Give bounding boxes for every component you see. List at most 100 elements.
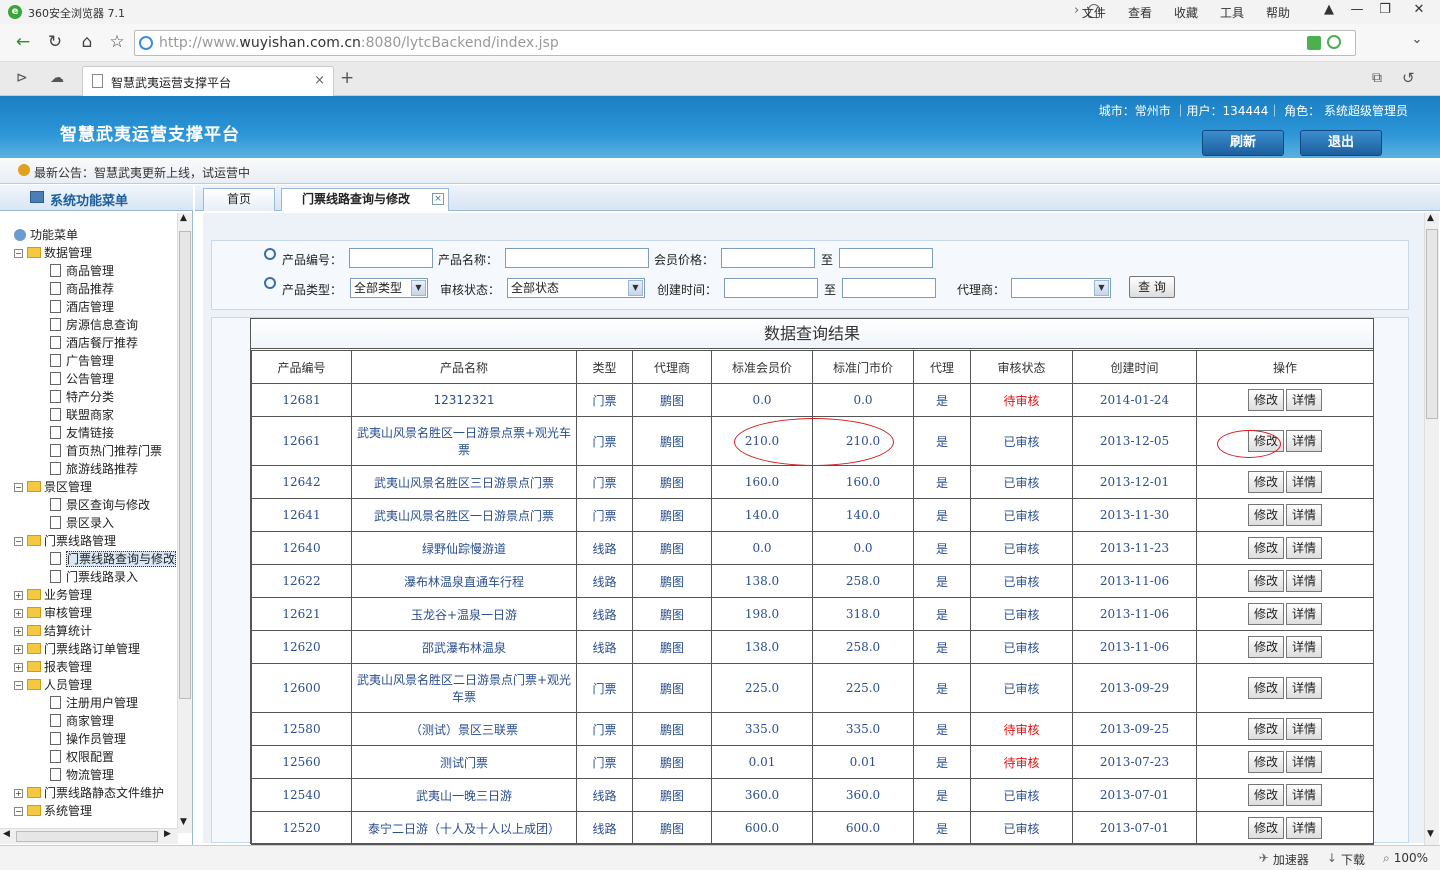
- price-min-input[interactable]: [721, 248, 815, 268]
- edit-button[interactable]: 修改: [1248, 504, 1284, 526]
- expand-icon[interactable]: +: [14, 609, 23, 618]
- tab-home[interactable]: 首页: [203, 188, 275, 211]
- edit-button[interactable]: 修改: [1248, 603, 1284, 625]
- scroll-thumb[interactable]: [179, 231, 191, 699]
- compat-icon[interactable]: [1307, 36, 1321, 50]
- tree-leaf[interactable]: 房源信息查询: [50, 316, 138, 334]
- status-item-wrap[interactable]: ✈ 加速器: [1259, 851, 1309, 868]
- scroll-thumb[interactable]: [1426, 229, 1438, 419]
- logout-button[interactable]: 退出: [1300, 130, 1382, 156]
- sidebar-toggle-icon[interactable]: ⊳: [16, 70, 28, 86]
- tree-folder[interactable]: + 门票线路静态文件维护: [14, 784, 164, 802]
- detail-button[interactable]: 详情: [1286, 677, 1322, 699]
- status-item-wrap[interactable]: ⌕ 100%: [1383, 851, 1428, 868]
- tree-leaf[interactable]: 物流管理: [50, 766, 114, 784]
- collapse-icon[interactable]: −: [14, 249, 23, 258]
- edit-button[interactable]: 修改: [1248, 751, 1284, 773]
- detail-button[interactable]: 详情: [1286, 603, 1322, 625]
- tree-folder[interactable]: − 人员管理: [14, 676, 92, 694]
- detail-button[interactable]: 详情: [1286, 636, 1322, 658]
- hscroll-thumb[interactable]: [16, 831, 158, 842]
- query-button[interactable]: 查 询: [1129, 276, 1175, 298]
- chevron-right-icon[interactable]: ›: [1074, 3, 1079, 18]
- collapse-icon[interactable]: −: [14, 537, 23, 546]
- detail-button[interactable]: 详情: [1286, 504, 1322, 526]
- status-item-wrap[interactable]: ↓ 下载: [1327, 851, 1365, 868]
- url-field[interactable]: http://www.wuyishan.com.cn:8080/lytcBack…: [134, 30, 1356, 56]
- tree-leaf[interactable]: 门票线路录入: [50, 568, 138, 586]
- status-item[interactable]: 下载: [1341, 851, 1365, 868]
- status-item[interactable]: 100%: [1394, 851, 1428, 868]
- tree-folder[interactable]: − 数据管理: [14, 244, 92, 262]
- detail-button[interactable]: 详情: [1286, 751, 1322, 773]
- tree-leaf[interactable]: 公告管理: [50, 370, 114, 388]
- chevron-down-icon[interactable]: ⌄: [1406, 32, 1428, 47]
- edit-button[interactable]: 修改: [1248, 784, 1284, 806]
- scroll-down-icon[interactable]: ▼: [180, 817, 187, 827]
- audit-status-select[interactable]: 全部状态 ▼: [507, 278, 645, 298]
- tree-folder[interactable]: + 审核管理: [14, 604, 92, 622]
- maximize-button[interactable]: ❐: [1372, 2, 1398, 20]
- edit-button[interactable]: 修改: [1248, 537, 1284, 559]
- edit-button[interactable]: 修改: [1248, 471, 1284, 493]
- browser-menu-item[interactable]: 查看: [1128, 4, 1152, 21]
- new-tab-button[interactable]: +: [340, 68, 354, 88]
- minimize-button[interactable]: —: [1344, 2, 1370, 20]
- browser-menu-item[interactable]: 帮助: [1266, 4, 1290, 21]
- detail-button[interactable]: 详情: [1286, 570, 1322, 592]
- edit-button[interactable]: 修改: [1248, 817, 1284, 839]
- tree-leaf[interactable]: 商家管理: [50, 712, 114, 730]
- tree-leaf[interactable]: 旅游线路推荐: [50, 460, 138, 478]
- tree-folder[interactable]: − 门票线路管理: [14, 532, 116, 550]
- edit-button[interactable]: 修改: [1248, 389, 1284, 411]
- product-no-input[interactable]: [349, 248, 433, 268]
- close-button[interactable]: ✕: [1406, 2, 1432, 20]
- tree-leaf[interactable]: 商品推荐: [50, 280, 114, 298]
- expand-icon[interactable]: +: [14, 789, 23, 798]
- tree-folder[interactable]: + 结算统计: [14, 622, 92, 640]
- collapse-icon[interactable]: −: [14, 483, 23, 492]
- main-scrollbar[interactable]: ▲ ▼: [1424, 213, 1439, 845]
- close-tab-icon[interactable]: ×: [432, 193, 444, 205]
- tree-folder[interactable]: − 景区管理: [14, 478, 92, 496]
- scroll-up-icon[interactable]: ▲: [1427, 213, 1434, 223]
- detail-button[interactable]: 详情: [1286, 471, 1322, 493]
- tab-ticket-route[interactable]: 门票线路查询与修改 ×: [281, 188, 449, 211]
- browser-tab[interactable]: 智慧武夷运营支撑平台 ×: [82, 66, 334, 96]
- tree-leaf[interactable]: 首页热门推荐门票: [50, 442, 162, 460]
- tree-leaf[interactable]: 景区录入: [50, 514, 114, 532]
- tree-folder[interactable]: + 业务管理: [14, 586, 92, 604]
- edit-button[interactable]: 修改: [1248, 677, 1284, 699]
- tree-leaf[interactable]: 权限配置: [50, 748, 114, 766]
- detail-button[interactable]: 详情: [1286, 718, 1322, 740]
- close-tab-icon[interactable]: ×: [314, 73, 325, 88]
- detail-button[interactable]: 详情: [1286, 537, 1322, 559]
- expand-icon[interactable]: +: [14, 591, 23, 600]
- refresh-button[interactable]: 刷新: [1202, 130, 1284, 156]
- tree-leaf[interactable]: 注册用户管理: [50, 694, 138, 712]
- back-arrow-icon[interactable]: ←: [12, 32, 34, 52]
- sidebar-scrollbar[interactable]: ▲ ▼: [177, 213, 192, 833]
- refresh-icon[interactable]: ↻: [44, 32, 66, 52]
- scroll-down-icon[interactable]: ▼: [1427, 829, 1434, 839]
- undo-close-icon[interactable]: ↺: [1402, 69, 1415, 87]
- tree-folder[interactable]: + 报表管理: [14, 658, 92, 676]
- created-to-input[interactable]: [842, 278, 936, 298]
- edit-button[interactable]: 修改: [1248, 570, 1284, 592]
- tree-folder[interactable]: + 门票线路订单管理: [14, 640, 140, 658]
- product-name-input[interactable]: [505, 248, 649, 268]
- edit-button[interactable]: 修改: [1248, 636, 1284, 658]
- product-type-select[interactable]: 全部类型 ▼: [350, 278, 428, 298]
- detail-button[interactable]: 详情: [1286, 817, 1322, 839]
- price-max-input[interactable]: [839, 248, 933, 268]
- scroll-right-icon[interactable]: ▶: [164, 829, 171, 839]
- cloud-icon[interactable]: ☁: [50, 70, 64, 86]
- tree-leaf[interactable]: 门票线路查询与修改: [50, 550, 177, 568]
- collapse-icon[interactable]: −: [14, 807, 23, 816]
- tree-root[interactable]: 功能菜单: [14, 226, 78, 244]
- home-icon[interactable]: ⌂: [76, 32, 98, 52]
- tree-leaf[interactable]: 特产分类: [50, 388, 114, 406]
- browser-menu-item[interactable]: 文件: [1082, 4, 1106, 21]
- expand-icon[interactable]: +: [14, 645, 23, 654]
- tree-leaf[interactable]: 友情链接: [50, 424, 114, 442]
